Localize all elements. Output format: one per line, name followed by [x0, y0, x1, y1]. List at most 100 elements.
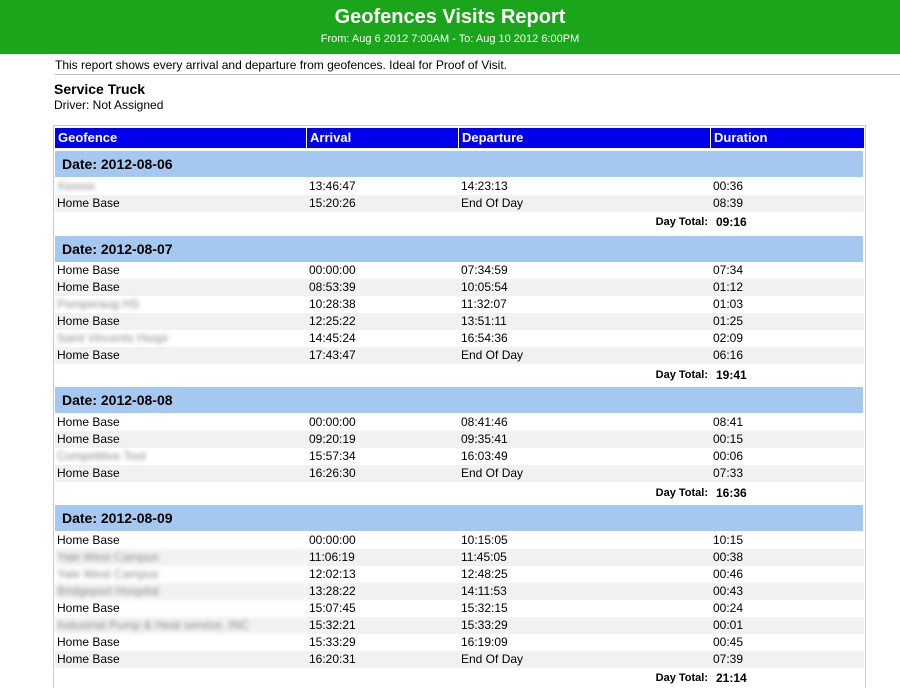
day-rows: Home Base 00:00:00 10:15:05 10:15 Yale W… — [55, 532, 864, 668]
geofence-cell: Home Base — [57, 533, 120, 547]
arrival-cell: 15:33:29 — [309, 635, 356, 649]
date-header: Date: 2012-08-08 — [55, 387, 863, 413]
geofence-cell: Yale West Campus — [57, 567, 159, 581]
departure-cell: 15:32:15 — [461, 601, 508, 615]
geofence-cell: Home Base — [57, 601, 120, 615]
report-date-range: From: Aug 6 2012 7:00AM - To: Aug 10 201… — [320, 33, 580, 45]
duration-cell: 00:24 — [713, 601, 744, 615]
departure-cell: 08:41:46 — [461, 415, 508, 429]
duration-cell: 00:46 — [713, 567, 744, 581]
day-total-row: Day Total: 09:16 — [55, 214, 864, 231]
day-total-row: Day Total: 19:41 — [55, 367, 864, 384]
departure-cell: End Of Day — [459, 465, 711, 482]
day-total-label: Day Total: — [655, 672, 708, 684]
duration-cell: 10:15 — [713, 533, 744, 547]
geofence-cell: Home Base — [55, 279, 307, 296]
day-total-value: 09:16 — [716, 215, 747, 229]
column-header-departure: Departure — [459, 128, 711, 148]
day-total-label: Day Total: — [655, 216, 708, 228]
day-total-value: 16:36 — [716, 486, 747, 500]
arrival-cell: 11:06:19 — [307, 549, 459, 566]
report-header: Geofences Visits Report From: Aug 6 2012… — [0, 0, 900, 54]
duration-cell: 06:16 — [711, 347, 864, 364]
arrival-cell: 14:45:24 — [309, 331, 356, 345]
geofence-cell: Home Base — [55, 195, 307, 212]
departure-cell: 10:15:05 — [461, 533, 508, 547]
geofence-cell: Home Base — [55, 431, 307, 448]
arrival-cell: 13:28:22 — [307, 583, 459, 600]
arrival-cell: 15:32:21 — [307, 617, 459, 634]
departure-cell: End Of Day — [459, 651, 711, 668]
duration-cell: 00:15 — [711, 431, 864, 448]
departure-cell: End Of Day — [459, 195, 711, 212]
departure-cell: 10:05:54 — [459, 279, 711, 296]
duration-cell: 00:38 — [711, 549, 864, 566]
duration-cell: 08:41 — [713, 415, 744, 429]
departure-cell: 16:19:09 — [461, 635, 508, 649]
arrival-cell: 09:20:19 — [307, 431, 459, 448]
duration-cell: 00:45 — [713, 635, 744, 649]
duration-cell: 00:43 — [711, 583, 864, 600]
duration-cell: 01:03 — [713, 297, 744, 311]
arrival-cell: 15:20:26 — [307, 195, 459, 212]
date-header: Date: 2012-08-09 — [55, 505, 863, 531]
geofence-cell: Pomperaug HS — [57, 297, 140, 311]
geofence-cell: Home Base — [55, 313, 307, 330]
departure-cell: 09:35:41 — [459, 431, 711, 448]
geofence-cell: Home Base — [57, 263, 120, 277]
arrival-cell: 15:07:45 — [309, 601, 356, 615]
column-header-geofence: Geofence — [55, 128, 307, 148]
geofence-cell: Yale West Campus — [55, 549, 307, 566]
day-total-row: Day Total: 21:14 — [55, 670, 864, 687]
arrival-cell: 16:26:30 — [307, 465, 459, 482]
duration-cell: 02:09 — [713, 331, 744, 345]
arrival-cell: 00:00:00 — [309, 415, 356, 429]
geofence-cell: Competitive Tool — [57, 449, 146, 463]
arrival-cell: 17:43:47 — [307, 347, 459, 364]
report-title: Geofences Visits Report — [334, 6, 566, 28]
departure-cell: 16:03:49 — [461, 449, 508, 463]
duration-cell: 07:39 — [711, 651, 864, 668]
day-total-label: Day Total: — [655, 487, 708, 499]
arrival-cell: 13:46:47 — [309, 179, 356, 193]
day-rows: Home Base 00:00:00 07:34:59 07:34 Home B… — [55, 262, 864, 364]
date-header: Date: 2012-08-07 — [55, 236, 863, 262]
day-total-row: Day Total: 16:36 — [55, 485, 864, 502]
departure-cell: 14:11:53 — [459, 583, 711, 600]
date-header: Date: 2012-08-06 — [55, 151, 863, 177]
column-header-arrival: Arrival — [307, 128, 459, 148]
day-rows: Xxxxxx 13:46:47 14:23:13 00:36 Home Base… — [55, 178, 864, 212]
duration-cell: 01:12 — [711, 279, 864, 296]
day-total-value: 21:14 — [716, 671, 747, 685]
departure-cell: 07:34:59 — [461, 263, 508, 277]
arrival-cell: 15:57:34 — [309, 449, 356, 463]
departure-cell: 15:33:29 — [459, 617, 711, 634]
day-rows: Home Base 00:00:00 08:41:46 08:41 Home B… — [55, 414, 864, 482]
geofence-cell: Home Base — [55, 651, 307, 668]
duration-cell: 07:34 — [713, 263, 744, 277]
arrival-cell: 00:00:00 — [309, 263, 356, 277]
duration-cell: 01:25 — [711, 313, 864, 330]
geofence-cell: Home Base — [55, 465, 307, 482]
geofence-cell: Industrial Pump & Heat service, INC — [55, 617, 307, 634]
departure-cell: 16:54:36 — [461, 331, 508, 345]
departure-cell: 11:32:07 — [461, 297, 507, 311]
departure-cell: End Of Day — [459, 347, 711, 364]
arrival-cell: 08:53:39 — [307, 279, 459, 296]
departure-cell: 14:23:13 — [461, 179, 508, 193]
day-total-label: Day Total: — [655, 369, 708, 381]
geofence-cell: Saint Vincents Hospi — [57, 331, 168, 345]
geofence-cell: Home Base — [57, 635, 120, 649]
arrival-cell: 12:25:22 — [307, 313, 459, 330]
departure-cell: 13:51:11 — [459, 313, 711, 330]
day-total-value: 19:41 — [716, 368, 747, 382]
vehicle-name: Service Truck — [54, 81, 146, 97]
geofence-cell: Xxxxxx — [57, 179, 96, 193]
duration-cell: 08:39 — [711, 195, 864, 212]
driver-name: Driver: Not Assigned — [54, 98, 164, 112]
arrival-cell: 00:00:00 — [309, 533, 356, 547]
column-header-row: Geofence Arrival Departure Duration — [55, 128, 864, 148]
duration-cell: 00:01 — [711, 617, 864, 634]
duration-cell: 07:33 — [711, 465, 864, 482]
column-header-duration: Duration — [711, 128, 864, 148]
